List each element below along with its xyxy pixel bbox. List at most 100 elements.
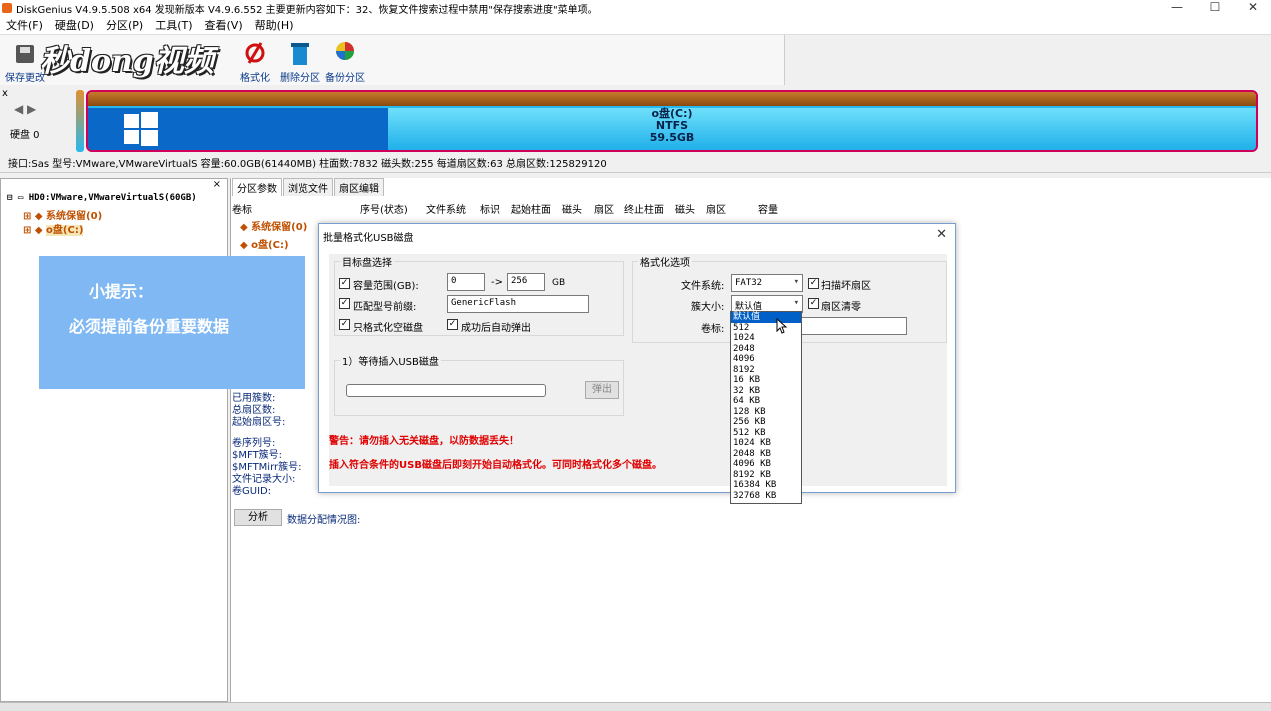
dropdown-option[interactable]: 2048 — [731, 344, 801, 355]
tree-root[interactable]: ⊟ ▭ HD0:VMware,VMwareVirtualS(60GB) — [7, 193, 197, 203]
dropdown-option[interactable]: 16384 KB — [731, 480, 801, 491]
capacity-to-input[interactable]: 256 — [507, 273, 545, 291]
col-start-cyl: 起始柱面 — [511, 205, 551, 216]
table-row[interactable]: ◆ 系统保留(0) — [240, 218, 307, 233]
capacity-from-input[interactable]: 0 — [447, 273, 485, 291]
menu-tools[interactable]: 工具(T) — [149, 17, 198, 33]
dropdown-option[interactable]: 64 KB — [731, 396, 801, 407]
col-label: 卷标 — [232, 205, 252, 216]
disk-label: 硬盘 0 — [10, 130, 40, 141]
cluster-size-dropdown[interactable]: 默认值 512 1024 2048 4096 8192 16 KB 32 KB … — [730, 311, 802, 504]
prop-guid: 卷GUID: — [232, 486, 272, 497]
batch-format-dialog: 批量格式化USB磁盘 ✕ 目标盘选择 ✓ 容量范围(GB): 0 -> 256 … — [318, 223, 956, 493]
cluster-label: 簇大小: — [691, 302, 725, 313]
menu-file[interactable]: 文件(F) — [0, 17, 49, 33]
backup-icon — [336, 42, 354, 60]
menu-help[interactable]: 帮助(H) — [249, 17, 300, 33]
disk-partition-map[interactable]: o盘(C:) NTFS 59.5GB — [86, 90, 1258, 152]
dropdown-option[interactable]: 默认值 — [731, 312, 801, 323]
volume-label: 卷标: — [701, 324, 725, 335]
tree-item-system-reserved[interactable]: ⊞ ◆ 系统保留(0) — [23, 207, 102, 222]
scan-bad-checkbox[interactable]: ✓ — [808, 278, 819, 289]
menu-disk[interactable]: 硬盘(D) — [49, 17, 100, 33]
menu-partition[interactable]: 分区(P) — [100, 17, 149, 33]
minimize-button[interactable]: — — [1158, 0, 1196, 16]
menu-bar: 文件(F) 硬盘(D) 分区(P) 工具(T) 查看(V) 帮助(H) — [0, 16, 1271, 35]
disk-panel-close[interactable]: x — [2, 88, 8, 99]
dropdown-option[interactable]: 8192 — [731, 365, 801, 376]
format-icon — [245, 42, 265, 64]
warning-text: 警告：请勿插入无关磁盘，以防数据丢失！ — [329, 436, 519, 447]
dropdown-option[interactable]: 16 KB — [731, 375, 801, 386]
progress-bar — [346, 384, 546, 397]
window-title: DiskGenius V4.9.5.508 x64 发现新版本 V4.9.6.5… — [16, 4, 598, 16]
col-fs: 文件系统 — [426, 205, 466, 216]
auto-eject-checkbox[interactable]: ✓ — [447, 319, 458, 330]
dropdown-option[interactable]: 512 KB — [731, 428, 801, 439]
chevron-down-icon: ▾ — [793, 277, 799, 287]
col-id: 标识 — [480, 205, 500, 216]
save-icon — [16, 45, 34, 63]
menu-view[interactable]: 查看(V) — [199, 17, 249, 33]
only-empty-checkbox[interactable]: ✓ — [339, 319, 350, 330]
auto-eject-label: 成功后自动弹出 — [461, 323, 531, 334]
dropdown-option[interactable]: 32768 KB — [731, 491, 801, 502]
col-end-cyl: 终止柱面 — [624, 205, 664, 216]
dropdown-option[interactable]: 8192 KB — [731, 470, 801, 481]
disk-nav-arrows[interactable]: ◀ ▶ — [14, 102, 36, 116]
app-icon — [2, 3, 12, 13]
dropdown-option[interactable]: 4096 — [731, 354, 801, 365]
model-prefix-input[interactable]: GenericFlash — [447, 295, 589, 313]
tip-text: 必须提前备份重要数据 — [69, 317, 230, 336]
delete-partition-button[interactable]: 删除分区 — [277, 39, 323, 84]
auto-format-notice: 插入符合条件的USB磁盘后即刻开始自动格式化。可同时格式化多个磁盘。 — [329, 460, 662, 471]
col-sector-2: 扇区 — [706, 205, 726, 216]
table-row[interactable]: ◆ o盘(C:) — [240, 236, 289, 251]
format-button[interactable]: 格式化 — [232, 39, 278, 84]
watermark-logo: 秒dong视频 — [40, 44, 214, 79]
dropdown-option[interactable]: 32 KB — [731, 386, 801, 397]
dropdown-option[interactable]: 128 KB — [731, 407, 801, 418]
zero-sectors-checkbox[interactable]: ✓ — [808, 298, 819, 309]
trash-icon — [291, 43, 309, 65]
model-label: 匹配型号前缀: — [353, 302, 417, 313]
scan-bad-label: 扫描坏扇区 — [821, 281, 871, 292]
backup-partition-button[interactable]: 备份分区 — [322, 39, 368, 84]
model-checkbox[interactable]: ✓ — [339, 298, 350, 309]
capacity-label: 容量范围(GB): — [353, 281, 419, 292]
dropdown-option[interactable]: 1024 — [731, 333, 801, 344]
prop-start-sector: 起始扇区号: — [232, 417, 286, 428]
tab-browse-files[interactable]: 浏览文件 — [283, 178, 333, 196]
analyze-button[interactable]: 分析 — [234, 509, 282, 526]
dialog-close-button[interactable]: ✕ — [936, 227, 947, 242]
tip-title: 小提示： — [89, 282, 154, 301]
tree-close[interactable]: × — [213, 179, 221, 190]
dropdown-option[interactable]: 256 KB — [731, 417, 801, 428]
fs-label: 文件系统: — [681, 281, 725, 292]
dropdown-option[interactable]: 1024 KB — [731, 438, 801, 449]
allocation-label: 数据分配情况图: — [287, 515, 361, 526]
dropdown-option[interactable]: 4096 KB — [731, 459, 801, 470]
title-bar: DiskGenius V4.9.5.508 x64 发现新版本 V4.9.6.5… — [0, 0, 1271, 16]
mouse-cursor-icon — [776, 318, 788, 334]
status-bar — [0, 702, 1271, 711]
maximize-button[interactable]: ☐ — [1196, 0, 1234, 16]
col-index: 序号(状态) — [360, 205, 408, 216]
dialog-title: 批量格式化USB磁盘 — [323, 233, 414, 244]
tab-partition-params[interactable]: 分区参数 — [232, 178, 282, 196]
only-empty-label: 只格式化空磁盘 — [353, 323, 423, 334]
close-window-button[interactable]: ✕ — [1234, 0, 1271, 16]
tree-item-c[interactable]: ⊞ ◆ o盘(C:) — [23, 221, 84, 236]
capacity-arrow: -> — [491, 277, 503, 288]
tab-sector-edit[interactable]: 扇区编辑 — [334, 178, 384, 196]
disk-info-bar: 接口:Sas 型号:VMware,VMwareVirtualS 容量:60.0G… — [0, 156, 1271, 173]
chevron-down-icon: ▾ — [793, 298, 799, 308]
capacity-checkbox[interactable]: ✓ — [339, 278, 350, 289]
tab-bar: 分区参数 浏览文件 扇区编辑 — [232, 178, 385, 196]
partition-label: o盘(C:) NTFS 59.5GB — [649, 107, 695, 144]
dropdown-option[interactable]: 512 — [731, 323, 801, 334]
fs-select[interactable]: FAT32 ▾ — [731, 274, 803, 292]
col-head: 磁头 — [562, 205, 582, 216]
dropdown-option[interactable]: 2048 KB — [731, 449, 801, 460]
eject-button[interactable]: 弹出 — [585, 381, 619, 399]
